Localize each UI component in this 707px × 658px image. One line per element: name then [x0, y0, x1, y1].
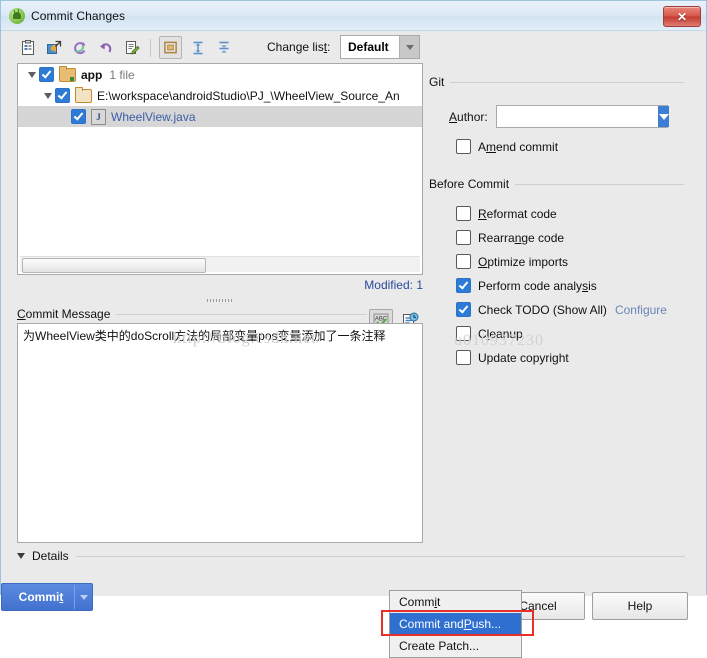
update-copyright-checkbox-row[interactable]: Update copyright	[456, 350, 569, 365]
amend-commit-label: Amend commit	[478, 139, 559, 154]
menu-item-create-patch[interactable]: Create Patch...	[390, 635, 521, 657]
before-commit-group-header: Before Commit	[429, 177, 684, 191]
refresh-icon[interactable]	[69, 37, 90, 58]
rearrange-code-checkbox-row[interactable]: Rearrange code	[456, 230, 564, 245]
chevron-down-icon[interactable]	[658, 106, 669, 127]
title-bar: Commit Changes ✕	[1, 1, 706, 31]
toolbar-separator	[150, 38, 151, 57]
check-todo-label: Check TODO (Show All)	[478, 302, 607, 317]
tree-node-filecount: 1 file	[109, 67, 135, 82]
tree-node-label: WheelView.java	[111, 109, 196, 124]
row-checkbox[interactable]	[71, 109, 86, 124]
details-section-header[interactable]: Details	[17, 549, 685, 563]
menu-item-commit[interactable]: Comm i t	[390, 591, 521, 613]
git-group-label: Git	[429, 75, 445, 89]
scrollbar-thumb[interactable]	[22, 258, 206, 273]
commit-changes-dialog: Commit Changes ✕ Change list: Default ap…	[0, 0, 707, 620]
tree-horizontal-scrollbar[interactable]	[20, 256, 420, 273]
commit-message-label: Commit Message	[17, 307, 111, 321]
tree-expander-icon[interactable]	[40, 92, 55, 99]
show-diff-icon[interactable]	[17, 37, 38, 58]
tree-node-label: E:\workspace\androidStudio\PJ_\WheelView…	[97, 88, 400, 103]
author-label: Author:	[449, 109, 488, 124]
table-row[interactable]: J WheelView.java	[18, 106, 422, 127]
rearrange-code-checkbox[interactable]	[456, 230, 471, 245]
reformat-code-checkbox[interactable]	[456, 206, 471, 221]
table-row[interactable]: E:\workspace\androidStudio\PJ_\WheelView…	[18, 85, 422, 106]
changelist-select[interactable]: Default	[340, 35, 420, 59]
update-copyright-label: Update copyright	[478, 350, 569, 365]
check-todo-checkbox[interactable]	[456, 302, 471, 317]
splitter-handle[interactable]	[17, 297, 423, 304]
close-icon: ✕	[676, 9, 688, 24]
row-checkbox[interactable]	[55, 88, 70, 103]
changelist-value: Default	[348, 40, 389, 54]
amend-commit-checkbox-row[interactable]: Amend commit	[456, 139, 558, 154]
rollback-icon[interactable]	[95, 37, 116, 58]
author-row: Author:	[449, 105, 669, 128]
reformat-code-checkbox-row[interactable]: Reformat code	[456, 206, 557, 221]
menu-item-commit-and-push[interactable]: Commit and Push...	[390, 613, 521, 635]
update-copyright-checkbox[interactable]	[456, 350, 471, 365]
optimize-imports-checkbox-row[interactable]: Optimize imports	[456, 254, 568, 269]
commit-message-input[interactable]: 为WheelView类中的doScroll方法的局部变量pos变量添加了一条注释	[17, 323, 423, 543]
commit-message-text: 为WheelView类中的doScroll方法的局部变量pos变量添加了一条注释	[23, 329, 386, 343]
git-group-header: Git	[429, 75, 684, 89]
table-row[interactable]: app 1 file	[18, 64, 422, 85]
author-input[interactable]	[497, 106, 658, 127]
author-combobox[interactable]	[496, 105, 669, 128]
expand-all-icon[interactable]	[187, 37, 208, 58]
group-divider	[75, 555, 685, 557]
group-divider	[515, 183, 684, 185]
commit-message-group-header: Commit Message	[17, 307, 367, 321]
before-commit-group-label: Before Commit	[429, 177, 510, 191]
toolbar-icon-group	[17, 36, 234, 59]
dialog-footer: Commit Cancel Help	[1, 583, 707, 626]
commit-dropdown-menu: Comm i t Commit and Push... Create Patch..…	[389, 590, 522, 658]
chevron-down-icon[interactable]	[17, 553, 25, 559]
cleanup-checkbox-row[interactable]: Cleanup	[456, 326, 523, 341]
check-todo-checkbox-row[interactable]: Check TODO (Show All) Configure	[456, 302, 667, 317]
commit-button[interactable]: Commit	[1, 583, 93, 611]
java-file-icon: J	[91, 108, 106, 125]
window-title: Commit Changes	[31, 8, 126, 23]
commit-button-label: Commit	[18, 590, 64, 604]
commit-split-arrow[interactable]	[74, 585, 92, 609]
cleanup-label: Cleanup	[478, 326, 523, 341]
folder-module-icon	[59, 65, 76, 82]
row-checkbox[interactable]	[39, 67, 54, 82]
configure-link[interactable]: Configure	[615, 303, 667, 317]
edit-source-icon[interactable]	[121, 37, 142, 58]
perform-code-analysis-checkbox[interactable]	[456, 278, 471, 293]
collapse-all-icon[interactable]	[213, 37, 234, 58]
help-button[interactable]: Help	[592, 592, 688, 620]
folder-icon	[75, 86, 92, 103]
chevron-down-icon[interactable]	[399, 36, 419, 58]
cleanup-checkbox[interactable]	[456, 326, 471, 341]
optimize-imports-label: Optimize imports	[478, 254, 569, 269]
group-divider	[116, 313, 367, 315]
amend-commit-checkbox[interactable]	[456, 139, 471, 154]
optimize-imports-checkbox[interactable]	[456, 254, 471, 269]
tree-expander-icon[interactable]	[24, 71, 39, 78]
status-badge: Modified: 1	[364, 278, 423, 292]
details-label: Details	[32, 549, 69, 563]
group-divider	[450, 81, 684, 83]
toolbar: Change list: Default	[1, 31, 707, 63]
group-by-directory-icon[interactable]	[159, 36, 182, 59]
dialog-body: Change list: Default app 1 file E:\works…	[1, 31, 707, 620]
rearrange-code-label: Rearrange code	[478, 230, 565, 245]
revert-selected-icon[interactable]	[43, 37, 64, 58]
tree-node-label: app	[81, 67, 103, 82]
changelist-label: Change list:	[267, 40, 331, 54]
reformat-code-label: Reformat code	[478, 206, 557, 221]
close-button[interactable]: ✕	[663, 6, 701, 27]
perform-code-analysis-label: Perform code analysis	[478, 278, 597, 293]
perform-code-analysis-checkbox-row[interactable]: Perform code analysis	[456, 278, 597, 293]
changed-files-tree[interactable]: app 1 file E:\workspace\androidStudio\PJ…	[17, 63, 423, 275]
android-studio-icon	[9, 7, 25, 24]
